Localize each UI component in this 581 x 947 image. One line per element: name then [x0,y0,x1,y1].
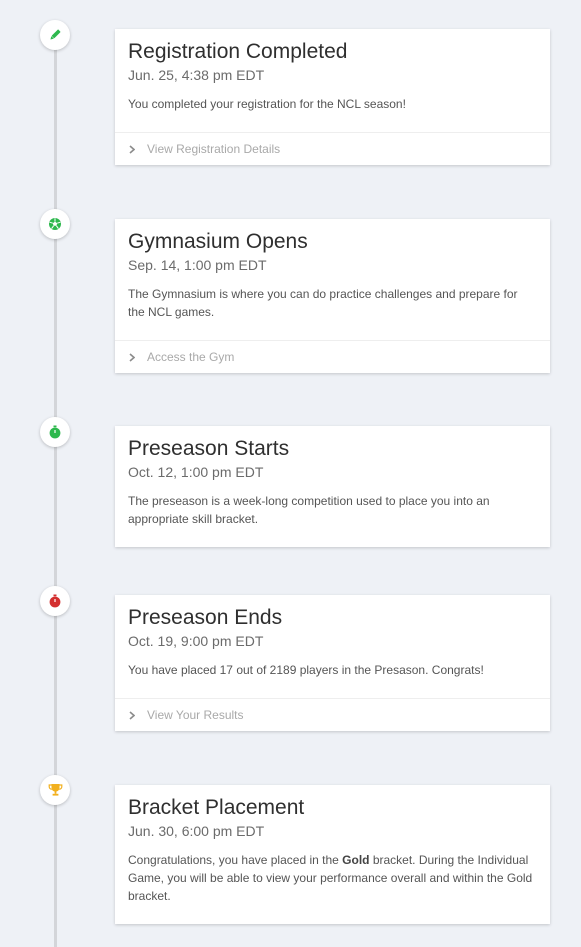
event-title: Preseason Ends [128,606,283,629]
trophy-icon [48,783,63,797]
timeline-marker [40,20,70,50]
stopwatch-icon [48,594,62,608]
event-card: Preseason Ends Oct. 19, 9:00 pm EDT You … [115,595,550,731]
event-date: Oct. 19, 9:00 pm EDT [128,633,264,649]
bracket-name: Gold [342,853,370,867]
description-text: Congratulations, you have placed in the [128,853,343,867]
event-date: Oct. 12, 1:00 pm EDT [128,464,264,480]
timeline-marker [40,775,70,805]
event-title: Gymnasium Opens [128,230,308,253]
event-description: You completed your registration for the … [128,97,406,111]
event-description: The preseason is a week-long competition… [128,494,490,526]
link-label: Access the Gym [147,350,235,364]
view-your-results-link[interactable]: View Your Results [115,698,550,731]
event-description: You have placed 17 out of 2189 players i… [128,663,484,677]
event-card: Bracket Placement Jun. 30, 6:00 pm EDT C… [115,785,550,924]
event-description: The Gymnasium is where you can do practi… [128,287,518,319]
event-card: Registration Completed Jun. 25, 4:38 pm … [115,29,550,165]
pencil-icon [48,28,62,42]
link-label: View Your Results [147,708,244,722]
timeline-line [54,40,57,947]
access-gym-link[interactable]: Access the Gym [115,340,550,373]
chevron-right-icon [129,144,139,154]
event-date: Jun. 25, 4:38 pm EDT [128,67,265,83]
event-date: Jun. 30, 6:00 pm EDT [128,823,265,839]
event-title: Bracket Placement [128,796,305,819]
link-label: View Registration Details [147,142,281,156]
timeline-marker [40,209,70,239]
event-card: Gymnasium Opens Sep. 14, 1:00 pm EDT The… [115,219,550,373]
view-registration-details-link[interactable]: View Registration Details [115,132,550,165]
chevron-right-icon [129,352,139,362]
chevron-right-icon [129,710,139,720]
event-description: Congratulations, you have placed in the … [128,851,537,924]
event-title: Preseason Starts [128,437,290,460]
timeline-marker [40,586,70,616]
event-title: Registration Completed [128,40,348,63]
stopwatch-icon [48,425,62,439]
soccer-ball-icon [48,217,62,231]
timeline-marker [40,417,70,447]
event-date: Sep. 14, 1:00 pm EDT [128,257,267,273]
event-card: Preseason Starts Oct. 12, 1:00 pm EDT Th… [115,426,550,547]
timeline: Registration Completed Jun. 25, 4:38 pm … [0,0,581,947]
